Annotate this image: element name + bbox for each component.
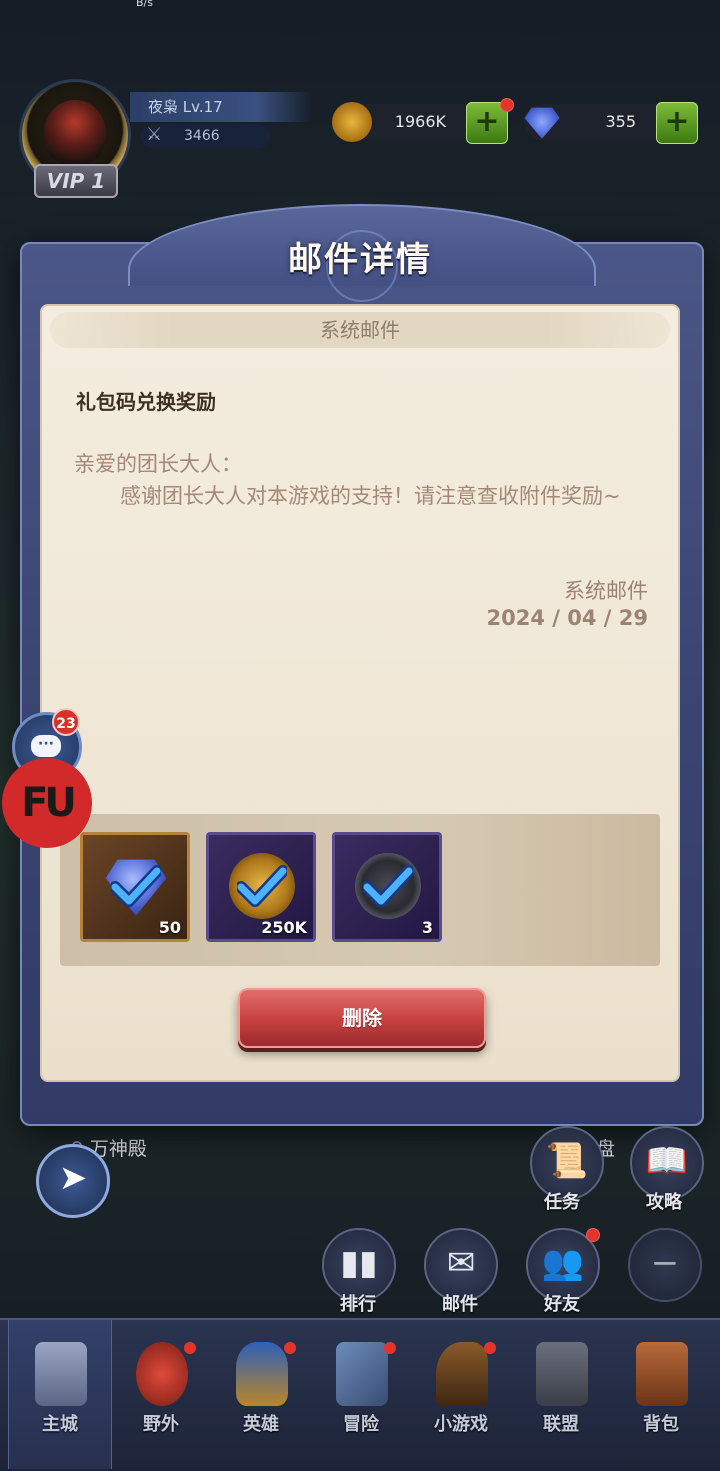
claimed-check-icon [363, 865, 413, 907]
nav-label: 英雄 [243, 1414, 279, 1435]
alliance-banner-icon [536, 1342, 588, 1406]
nav-field[interactable]: 野外 [110, 1320, 212, 1469]
mail-body: 亲爱的团长大人： 感谢团长大人对本游戏的支持！请注意查收附件奖励~ [74, 448, 654, 512]
nav-minigames[interactable]: 小游戏 [410, 1320, 512, 1469]
gem-resource: 355 + [524, 102, 698, 144]
backpack-icon [636, 1342, 688, 1406]
claimed-check-icon [111, 865, 161, 907]
nav-label: 冒险 [343, 1414, 379, 1435]
nav-label: 小游戏 [434, 1414, 488, 1435]
mail-subject: 礼包码兑换奖励 [76, 390, 216, 414]
nav-main-city[interactable]: 主城 [8, 1320, 112, 1469]
back-button[interactable]: ➤ [36, 1144, 110, 1218]
attachment-item[interactable]: 50 [80, 832, 190, 942]
back-arrow-icon: ➤ [58, 1158, 88, 1198]
ranking-label: 排行 [340, 1294, 376, 1315]
add-gems-button[interactable]: + [656, 102, 698, 144]
notification-dot [384, 1342, 396, 1354]
knight-chess-icon [436, 1342, 488, 1406]
quest-label: 任务 [544, 1192, 580, 1213]
mail-sender: 系统邮件 [564, 579, 648, 603]
chat-bubble-icon: ··· [31, 735, 61, 757]
mail-date: 2024 / 04 / 29 [486, 606, 648, 630]
nav-label: 背包 [643, 1414, 679, 1435]
attachment-quantity: 50 [158, 918, 181, 937]
attachment-quantity: 250K [261, 918, 307, 937]
status-bar: B/s [0, 0, 720, 14]
crossed-swords-icon: ⚔ [146, 124, 163, 145]
gold-value: 1966K [394, 112, 446, 131]
mail-label: 邮件 [442, 1294, 478, 1315]
attachment-item[interactable]: 250K [206, 832, 316, 942]
mail-message: 感谢团长大人对本游戏的支持！请注意查收附件奖励~ [120, 484, 621, 508]
castle-tower-icon [35, 1342, 87, 1406]
gold-notification-dot [500, 98, 514, 112]
vip-badge[interactable]: VIP 1 [34, 164, 118, 198]
notification-dot [184, 1342, 196, 1354]
minus-icon: − [650, 1243, 680, 1283]
nav-backpack[interactable]: 背包 [610, 1320, 712, 1469]
attachment-quantity: 3 [421, 918, 433, 937]
avatar-portrait [44, 100, 106, 166]
gold-resource: 1966K + [332, 102, 508, 144]
network-speed: B/s [136, 0, 153, 9]
power-display: ⚔ 3466 [140, 124, 270, 148]
nav-label: 野外 [143, 1414, 179, 1435]
nav-heroes[interactable]: 英雄 [210, 1320, 312, 1469]
claimed-check-icon [237, 865, 287, 907]
fu-logo[interactable]: FU [2, 758, 92, 848]
friends-label: 好友 [544, 1294, 580, 1315]
collapse-button[interactable]: − [628, 1228, 702, 1302]
notification-dot [484, 1342, 496, 1354]
gold-coin-icon [332, 102, 372, 142]
nav-alliance[interactable]: 联盟 [510, 1320, 612, 1469]
nav-adventure[interactable]: 冒险 [310, 1320, 412, 1469]
nav-label: 联盟 [543, 1414, 579, 1435]
notification-dot [284, 1342, 296, 1354]
attachment-item[interactable]: 3 [332, 832, 442, 942]
player-name-level: 夜枭 Lv.17 [130, 92, 312, 122]
power-value: 3466 [184, 128, 220, 144]
nav-label: 主城 [42, 1414, 78, 1435]
delete-button[interactable]: 删除 [238, 988, 486, 1048]
chat-unread-badge: 23 [52, 708, 80, 736]
guide-label: 攻略 [646, 1192, 682, 1213]
mail-greeting: 亲爱的团长大人： [74, 452, 242, 476]
crossed-swords-icon [336, 1342, 388, 1406]
gem-value: 355 [605, 112, 636, 131]
mail-category-tab: 系统邮件 [50, 312, 670, 348]
friends-notification-dot [586, 1228, 600, 1242]
dialog-title: 邮件详情 [288, 240, 432, 280]
target-icon [136, 1342, 188, 1406]
hero-helmet-icon [236, 1342, 288, 1406]
